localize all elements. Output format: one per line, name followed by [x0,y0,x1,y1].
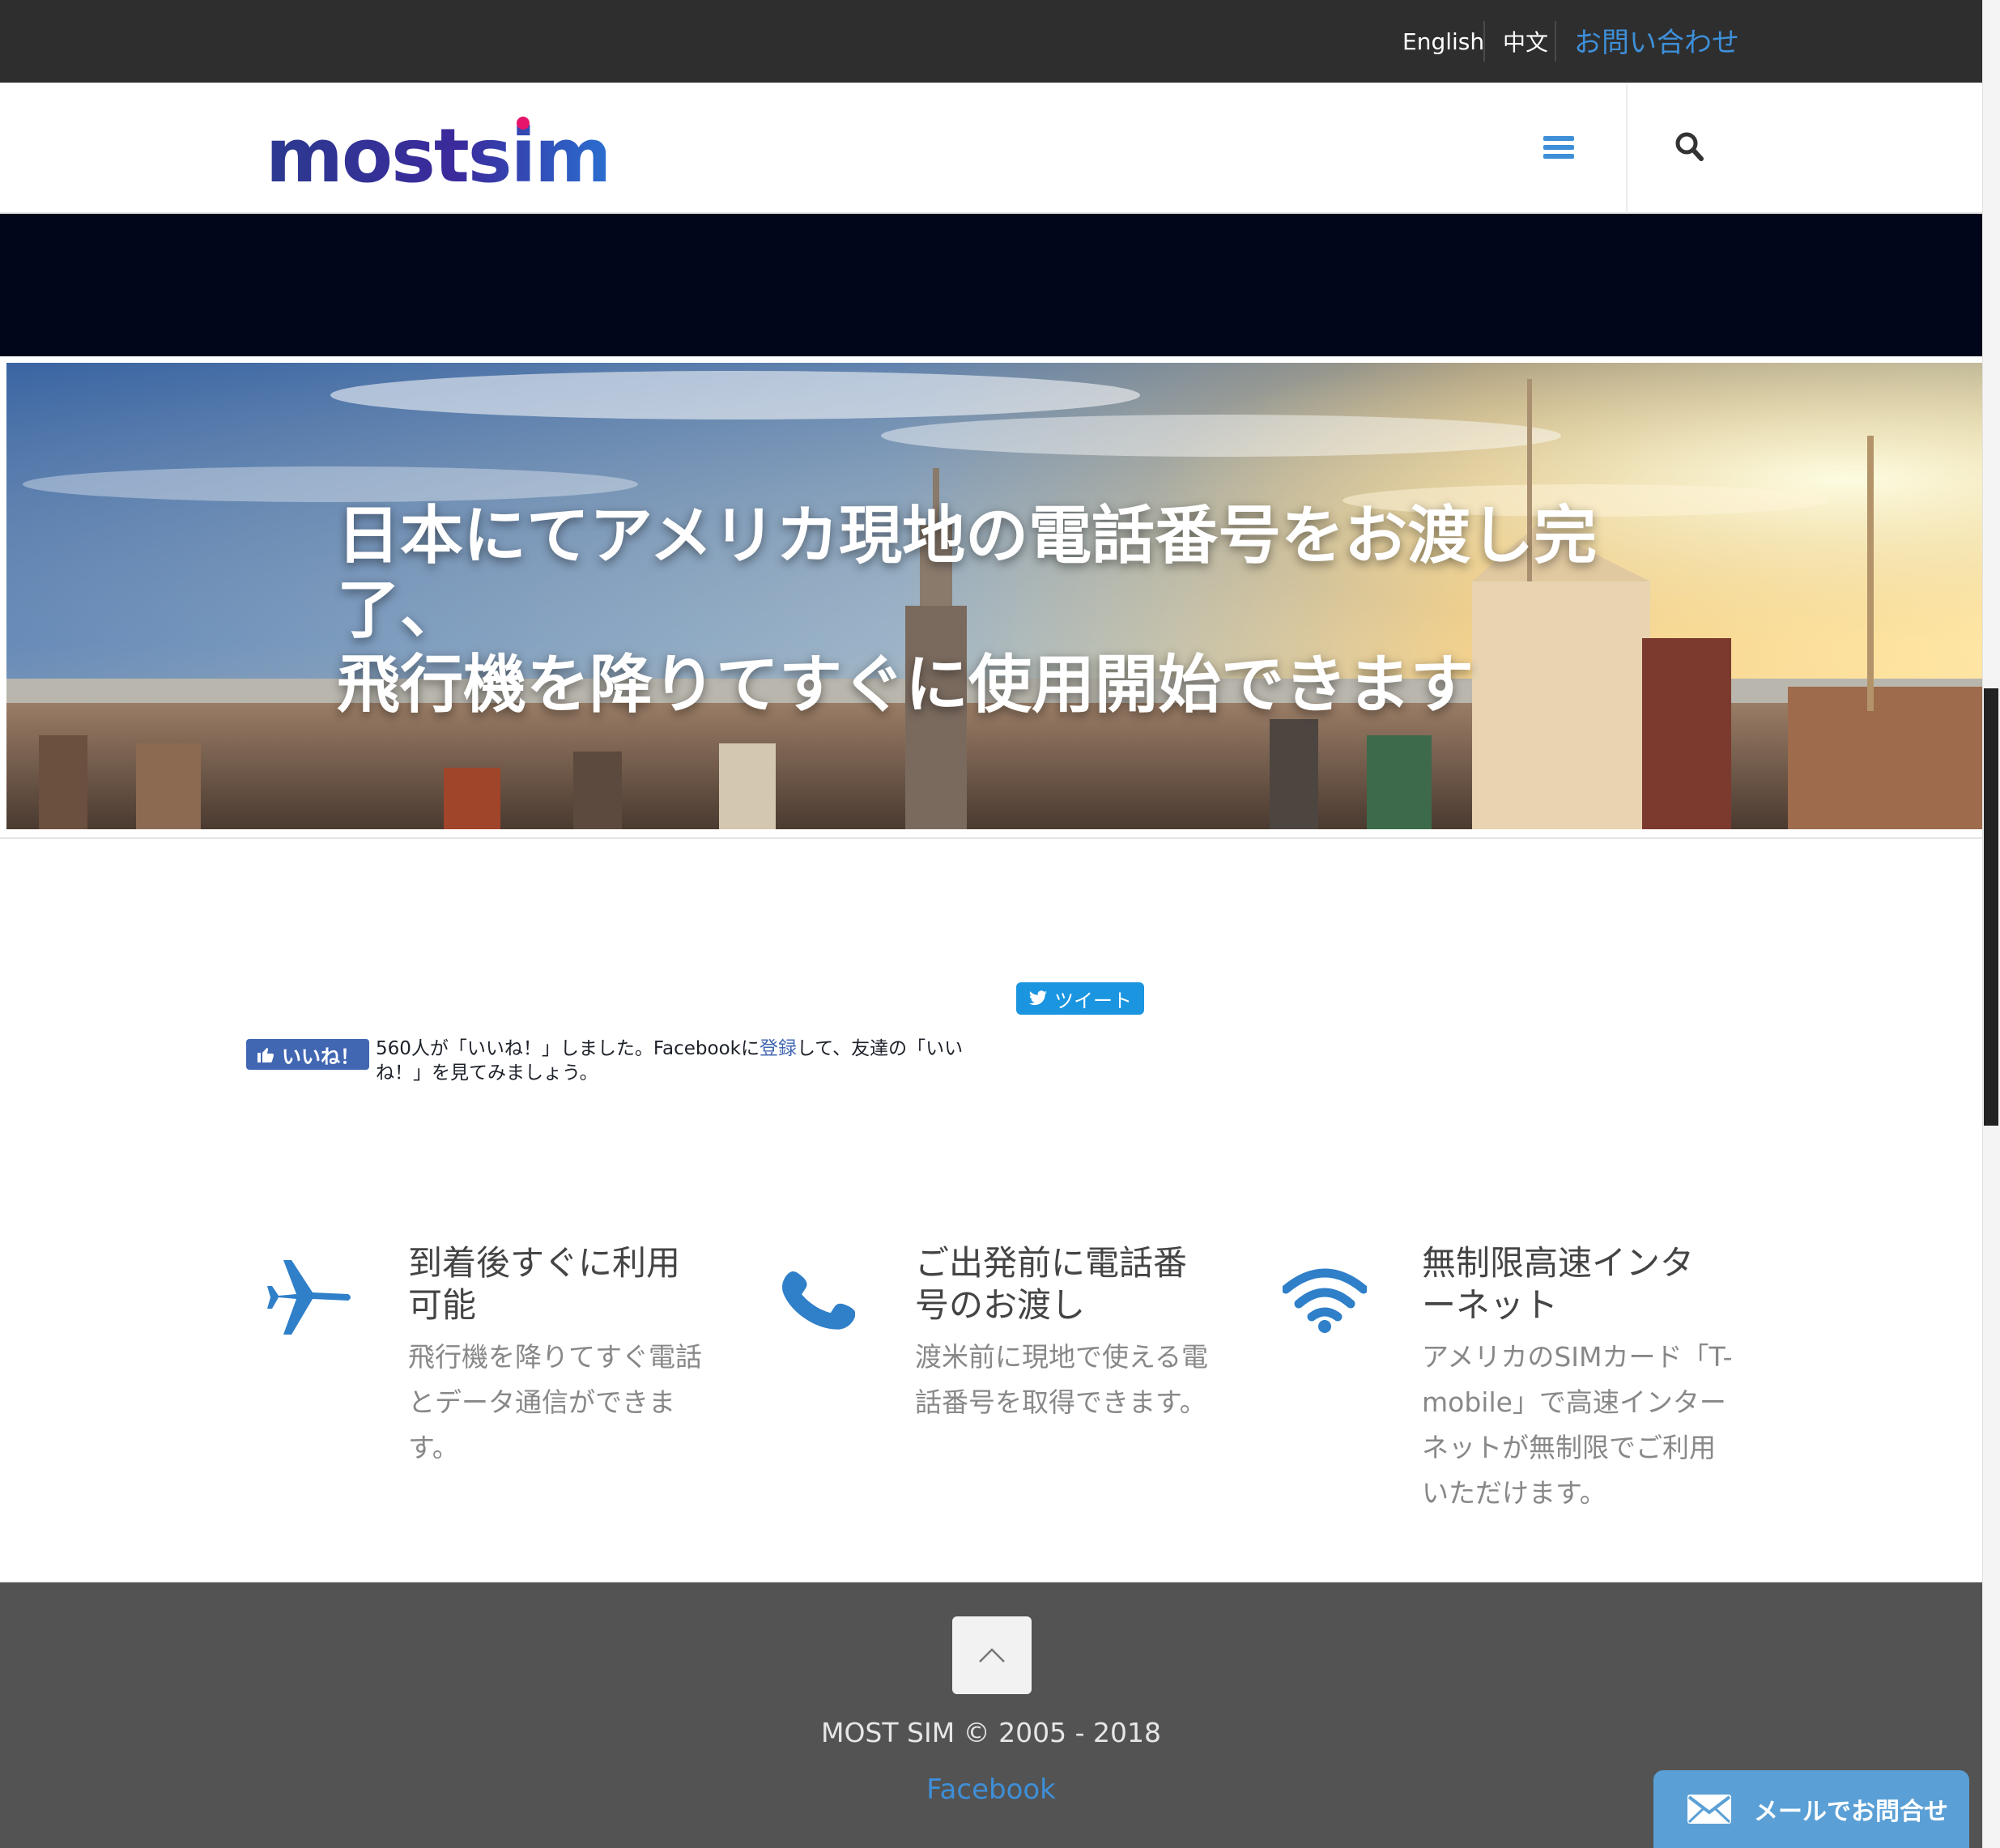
feature-title: 到着後すぐに利用可能 [408,1243,681,1325]
mail-widget-label: メールでお問合せ [1754,1798,1948,1826]
logo-wordmark: mostsim [266,113,612,199]
like-label: いいね！ [282,1045,360,1068]
back-to-top-button[interactable] [952,1616,1032,1694]
twitter-bird-icon [1029,990,1047,1006]
copyright-text: MOST SIM © 2005 - 2018 [820,1717,1162,1748]
language-chinese-link[interactable]: 中文 [1503,0,1548,83]
envelope-icon [1687,1795,1731,1824]
contact-link[interactable]: お問い合わせ [1574,0,1739,79]
page: English 中文 お問い合わせ mostsim 日本にてアメリカ現地の電話番… [0,0,2000,1848]
hero-image: 日本にてアメリカ現地の電話番号をお渡し完了、 飛行機を降りてすぐに使用開始できま… [6,363,1982,829]
tweet-button[interactable]: ツイート [1016,982,1144,1015]
feature-title: 無制限高速インターネット [1422,1243,1695,1325]
facebook-like-button[interactable]: いいね！ [246,1039,369,1070]
hero-line-1: 日本にてアメリカ現地の電話番号をお渡し完了、 [337,500,1598,647]
tweet-label: ツイート [1054,989,1132,1012]
airplane-icon [267,1260,351,1341]
hero-headline: 日本にてアメリカ現地の電話番号をお渡し完了、 飛行機を降りてすぐに使用開始できま… [337,499,1713,722]
wifi-icon [1281,1265,1368,1336]
search-icon[interactable] [1673,128,1709,167]
like-count-text: 560人が「いいね！」しました。Facebookに [376,1038,760,1059]
scrollbar-thumb[interactable] [1984,688,1998,1126]
facebook-register-link[interactable]: 登録 [760,1038,797,1059]
dark-banner [0,214,1982,356]
hero-line-2: 飛行機を降りてすぐに使用開始できます [337,649,1474,722]
facebook-link[interactable]: Facebook [926,1773,1056,1806]
mostsim-logo[interactable]: mostsim [266,113,612,199]
feature-body: 飛行機を降りてすぐ電話とデータ通信ができます。 [408,1341,702,1463]
language-english-link[interactable]: English [1402,0,1484,83]
thumbs-up-icon [257,1048,274,1062]
chevron-up-icon [979,1648,1005,1663]
top-bar: English 中文 お問い合わせ [0,0,1982,83]
mail-contact-widget[interactable]: メールでお問合せ [1653,1770,1969,1848]
phone-icon [782,1265,856,1338]
svg-text:mostsim: mostsim [266,113,606,194]
header-divider [1626,84,1628,214]
feature-title: ご出発前に電話番号のお渡し [915,1243,1188,1325]
feature-body: 渡米前に現地で使える電話番号を取得できます。 [915,1341,1209,1418]
divider [1555,21,1556,62]
divider [1483,21,1485,62]
facebook-like-text: 560人が「いいね！」しました。Facebookに登録して、友達の「いいね！」を… [376,1037,975,1085]
feature-body: アメリカのSIMカード「T-mobile」で高速インターネットが無制限でご利用い… [1422,1341,1733,1509]
hero-section: 日本にてアメリカ現地の電話番号をお渡し完了、 飛行機を降りてすぐに使用開始できま… [0,356,1982,839]
hamburger-icon[interactable] [1543,133,1582,165]
